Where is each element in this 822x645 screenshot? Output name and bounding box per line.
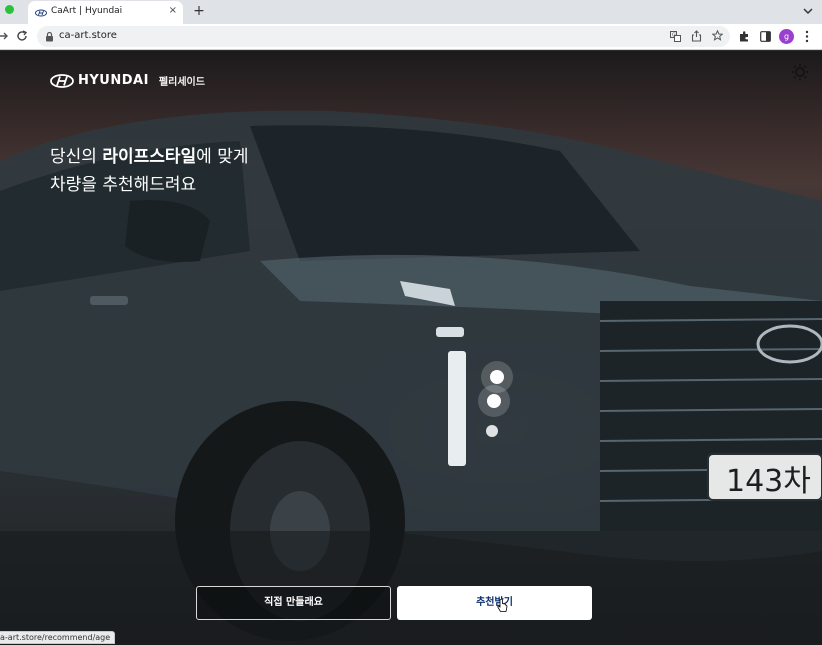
headline-line-1: 당신의 라이프스타일에 맞게 — [50, 147, 249, 167]
window-zoom-button[interactable] — [5, 5, 14, 14]
headline-line-2: 차량을 추천해드려요 — [50, 175, 197, 195]
page-viewport: 143차 3 HYUNDAI 펠리세이드 당신의 라이프스타일에 맞게 차량을 … — [0, 51, 822, 645]
chevron-down-icon[interactable] — [802, 5, 814, 17]
get-recommendation-button[interactable]: 추천받기 — [397, 586, 592, 620]
share-icon[interactable] — [691, 30, 702, 42]
hyundai-logo-icon — [50, 73, 74, 88]
headline-emphasis: 라이프스타일 — [102, 147, 197, 167]
sun-icon[interactable] — [791, 63, 809, 81]
browser-toolbar: ca-art.store G g — [0, 24, 822, 50]
svg-text:G: G — [672, 33, 676, 39]
close-icon[interactable]: × — [169, 5, 177, 17]
side-panel-icon[interactable] — [760, 31, 771, 42]
hyundai-favicon-icon — [35, 9, 47, 17]
address-bar[interactable]: ca-art.store G — [37, 26, 730, 47]
star-icon[interactable] — [712, 30, 723, 41]
kebab-menu-icon[interactable] — [804, 30, 810, 43]
tab-title: CaArt | Hyundai — [51, 6, 123, 16]
brand-name: HYUNDAI — [78, 73, 149, 88]
extensions-icon[interactable] — [739, 31, 750, 42]
hero-headline: 당신의 라이프스타일에 맞게 차량을 추천해드려요 — [50, 143, 249, 199]
license-plate: 143차 3 — [726, 464, 822, 499]
translate-icon[interactable]: G — [670, 31, 681, 42]
browser-tab[interactable]: CaArt | Hyundai × — [28, 1, 183, 24]
hero-car-image: 143차 3 — [0, 110, 822, 645]
brand-header[interactable]: HYUNDAI 펠리세이드 — [50, 73, 205, 88]
model-name: 펠리세이드 — [158, 77, 205, 88]
status-bar-url: a-art.store/recommend/age — [0, 631, 116, 644]
lock-icon[interactable] — [45, 31, 54, 42]
plus-icon[interactable]: + — [193, 2, 205, 20]
profile-avatar[interactable]: g — [779, 29, 794, 44]
url-text: ca-art.store — [59, 30, 117, 41]
tab-strip: CaArt | Hyundai × + — [0, 0, 822, 24]
self-build-button[interactable]: 직접 만들래요 — [196, 586, 391, 620]
forward-icon[interactable] — [0, 30, 10, 42]
reload-icon[interactable] — [16, 30, 28, 42]
pointer-cursor-icon — [497, 599, 508, 612]
